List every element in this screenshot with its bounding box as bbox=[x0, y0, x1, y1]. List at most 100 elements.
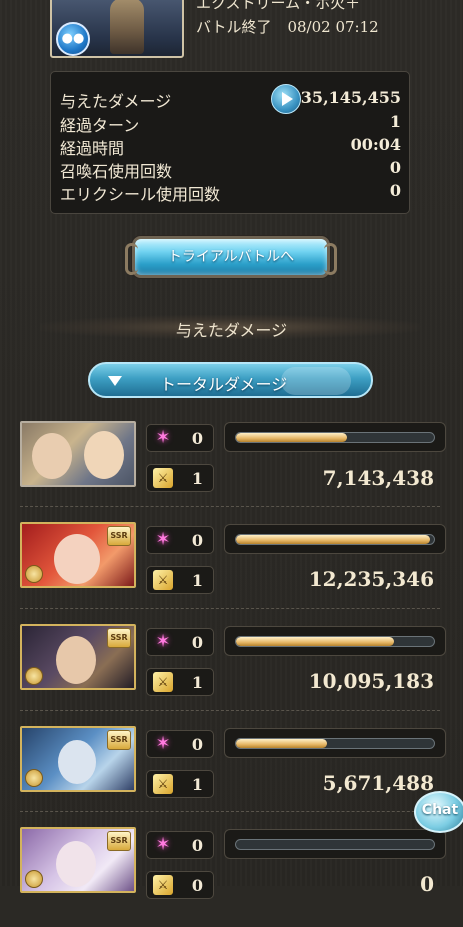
character-portrait[interactable]: SSR bbox=[20, 827, 136, 893]
battle-status: バトル終了 bbox=[196, 18, 272, 36]
ougi-star-icon: ✶ bbox=[155, 427, 171, 448]
ssr-badge: SSR bbox=[107, 628, 131, 648]
attack-count: 1 bbox=[191, 571, 203, 590]
ornament-right bbox=[324, 243, 337, 275]
row-divider bbox=[20, 506, 440, 507]
row-divider bbox=[20, 811, 440, 812]
portrait-face bbox=[54, 534, 100, 584]
stat-elapsed-time: 経過時間 00:04 bbox=[60, 135, 401, 158]
quest-boss-image bbox=[110, 0, 144, 54]
ougi-count-pill: ✶ 0 bbox=[146, 628, 214, 656]
dropdown-decoration bbox=[281, 367, 351, 395]
stat-label: 召喚石使用回数 bbox=[60, 162, 173, 181]
stat-summon-uses: 召喚石使用回数 0 bbox=[60, 158, 401, 181]
limit-break-icon bbox=[25, 769, 43, 787]
character-row: SSR ✶ 0 ⚔ 1 10,095,183 bbox=[0, 624, 463, 724]
damage-gauge bbox=[224, 728, 446, 758]
ougi-count-pill: ✶ 0 bbox=[146, 424, 214, 452]
gauge-track bbox=[235, 839, 435, 850]
chat-label: Chat bbox=[421, 802, 459, 818]
ougi-count: 0 bbox=[191, 735, 203, 754]
portrait-face bbox=[58, 740, 96, 784]
gauge-track bbox=[235, 432, 435, 443]
row-divider bbox=[20, 710, 440, 711]
portrait-face bbox=[56, 841, 96, 887]
stat-elixir-uses: エリクシール使用回数 0 bbox=[60, 181, 401, 204]
damage-gauge bbox=[224, 422, 446, 452]
stat-value: 35,145,455 bbox=[300, 88, 401, 107]
water-element-icon: ●● bbox=[56, 22, 90, 56]
attack-count-pill: ⚔ 1 bbox=[146, 566, 214, 594]
ougi-count-pill: ✶ 0 bbox=[146, 831, 214, 859]
stat-value: 1 bbox=[389, 112, 401, 131]
gauge-fill bbox=[236, 433, 347, 442]
character-portrait[interactable]: SSR bbox=[20, 624, 136, 690]
attack-count: 1 bbox=[191, 775, 203, 794]
stat-value: 0 bbox=[389, 181, 401, 200]
character-damage: 10,095,183 bbox=[308, 669, 434, 693]
stat-label: エリクシール使用回数 bbox=[60, 185, 221, 204]
dropdown-selected-label: トータルダメージ bbox=[160, 375, 288, 394]
attack-sword-icon: ⚔ bbox=[153, 570, 173, 590]
character-damage: 12,235,346 bbox=[308, 567, 434, 591]
damage-gauge bbox=[224, 626, 446, 656]
ougi-star-icon: ✶ bbox=[155, 529, 171, 550]
portrait-face bbox=[84, 431, 124, 479]
stat-label: 経過時間 bbox=[60, 139, 125, 158]
character-portrait[interactable]: SSR bbox=[20, 726, 136, 792]
limit-break-icon bbox=[25, 565, 43, 583]
gauge-track bbox=[235, 534, 435, 545]
attack-count-pill: ⚔ 1 bbox=[146, 464, 214, 492]
gauge-fill bbox=[236, 739, 328, 748]
stat-value: 0 bbox=[389, 158, 401, 177]
damage-gauge bbox=[224, 524, 446, 554]
limit-break-icon bbox=[25, 870, 43, 888]
quest-name: エクストリーム・ホ火＋ bbox=[196, 0, 361, 12]
character-row: SSR ✶ 0 ⚔ 1 12,235,346 bbox=[0, 522, 463, 622]
stat-turns: 経過ターン 1 bbox=[60, 112, 401, 135]
attack-count-pill: ⚔ 1 bbox=[146, 770, 214, 798]
attack-count-pill: ⚔ 1 bbox=[146, 668, 214, 696]
stat-label: 経過ターン bbox=[60, 116, 140, 135]
trial-battle-label: トライアルバトルへ bbox=[167, 249, 295, 265]
ougi-count-pill: ✶ 0 bbox=[146, 526, 214, 554]
ssr-badge: SSR bbox=[107, 730, 131, 750]
attack-sword-icon: ⚔ bbox=[153, 468, 173, 488]
play-icon[interactable] bbox=[271, 84, 301, 114]
character-damage: 5,671,488 bbox=[322, 771, 434, 795]
row-divider bbox=[20, 608, 440, 609]
attack-sword-icon: ⚔ bbox=[153, 875, 173, 895]
damage-type-dropdown[interactable]: トータルダメージ bbox=[88, 362, 373, 398]
ougi-star-icon: ✶ bbox=[155, 733, 171, 754]
chat-button[interactable]: Chat bbox=[414, 791, 463, 833]
ornament-left bbox=[125, 243, 138, 275]
ougi-star-icon: ✶ bbox=[155, 631, 171, 652]
trial-battle-button[interactable]: トライアルバトルへ bbox=[125, 236, 337, 278]
character-portrait[interactable] bbox=[20, 421, 136, 487]
ougi-star-icon: ✶ bbox=[155, 834, 171, 855]
ougi-count: 0 bbox=[191, 633, 203, 652]
ougi-count: 0 bbox=[191, 531, 203, 550]
gauge-fill bbox=[236, 637, 395, 646]
attack-count: 1 bbox=[191, 673, 203, 692]
stat-value: 00:04 bbox=[350, 135, 401, 154]
portrait-face bbox=[56, 636, 96, 684]
gauge-track bbox=[235, 738, 435, 749]
attack-sword-icon: ⚔ bbox=[153, 672, 173, 692]
stat-label: 与えたダメージ bbox=[60, 92, 172, 111]
gauge-fill bbox=[236, 535, 431, 544]
stat-total-damage: 与えたダメージ 35,145,455 bbox=[60, 84, 401, 114]
quest-thumbnail: ●● bbox=[50, 0, 184, 58]
character-portrait[interactable]: SSR bbox=[20, 522, 136, 588]
character-row: SSR ✶ 0 ⚔ 0 0 bbox=[0, 827, 463, 927]
dropdown-triangle-icon bbox=[108, 376, 122, 386]
ssr-badge: SSR bbox=[107, 526, 131, 546]
ougi-count-pill: ✶ 0 bbox=[146, 730, 214, 758]
character-damage: 7,143,438 bbox=[322, 466, 434, 490]
ougi-count: 0 bbox=[191, 836, 203, 855]
battle-timestamp: 08/02 07:12 bbox=[287, 18, 379, 36]
portrait-face bbox=[32, 433, 72, 479]
attack-count: 1 bbox=[191, 469, 203, 488]
battle-stats-panel: 与えたダメージ 35,145,455 経過ターン 1 経過時間 00:04 召喚… bbox=[50, 71, 410, 214]
ougi-count: 0 bbox=[191, 429, 203, 448]
